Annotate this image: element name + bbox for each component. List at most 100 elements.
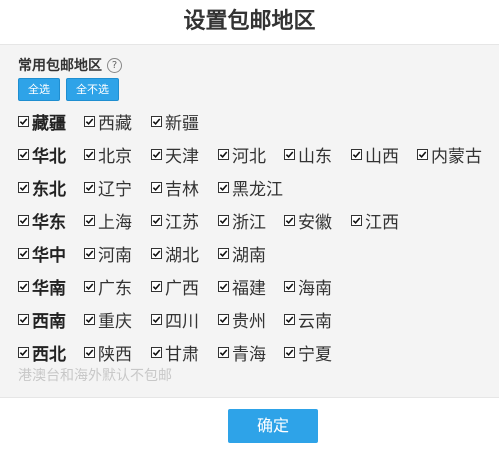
- province-label: 山东: [298, 147, 332, 167]
- checkbox-checked-icon[interactable]: [351, 215, 362, 226]
- province-checkbox[interactable]: 西藏: [84, 105, 132, 138]
- checkbox-checked-icon[interactable]: [218, 215, 229, 226]
- checkbox-checked-icon[interactable]: [284, 347, 295, 358]
- checkbox-checked-icon[interactable]: [218, 314, 229, 325]
- checkbox-checked-icon[interactable]: [84, 182, 95, 193]
- region-group-label: 东北: [32, 180, 66, 200]
- checkbox-checked-icon[interactable]: [218, 149, 229, 160]
- checkbox-checked-icon[interactable]: [18, 347, 29, 358]
- province-checkbox[interactable]: 天津: [151, 138, 199, 171]
- province-label: 甘肃: [165, 345, 199, 365]
- province-checkbox[interactable]: 吉林: [151, 171, 199, 204]
- checkbox-checked-icon[interactable]: [18, 248, 29, 259]
- province-label: 山西: [365, 147, 399, 167]
- checkbox-checked-icon[interactable]: [151, 215, 162, 226]
- region-group-checkbox[interactable]: 华中: [18, 237, 66, 270]
- province-label: 北京: [98, 147, 132, 167]
- checkbox-checked-icon[interactable]: [218, 347, 229, 358]
- checkbox-checked-icon[interactable]: [84, 314, 95, 325]
- province-label: 内蒙古: [431, 147, 482, 167]
- province-checkbox[interactable]: 河南: [84, 237, 132, 270]
- checkbox-checked-icon[interactable]: [84, 116, 95, 127]
- province-checkbox[interactable]: 浙江: [218, 204, 266, 237]
- checkbox-checked-icon[interactable]: [18, 314, 29, 325]
- dialog-title: 设置包邮地区: [183, 9, 316, 34]
- checkbox-checked-icon[interactable]: [218, 248, 229, 259]
- province-label: 河南: [98, 246, 132, 266]
- province-checkbox[interactable]: 山西: [351, 138, 399, 171]
- region-group-label: 华南: [32, 279, 66, 299]
- province-label: 广东: [98, 279, 132, 299]
- province-label: 河北: [232, 147, 266, 167]
- province-checkbox[interactable]: 海南: [284, 270, 332, 303]
- province-checkbox[interactable]: 河北: [218, 138, 266, 171]
- checkbox-checked-icon[interactable]: [84, 149, 95, 160]
- province-label: 福建: [232, 279, 266, 299]
- province-checkbox[interactable]: 内蒙古: [417, 138, 482, 171]
- checkbox-checked-icon[interactable]: [18, 182, 29, 193]
- checkbox-checked-icon[interactable]: [18, 281, 29, 292]
- checkbox-checked-icon[interactable]: [151, 281, 162, 292]
- question-circle-icon[interactable]: ?: [107, 57, 122, 73]
- province-checkbox[interactable]: 贵州: [218, 303, 266, 336]
- checkbox-checked-icon[interactable]: [151, 314, 162, 325]
- checkbox-checked-icon[interactable]: [151, 347, 162, 358]
- province-checkbox[interactable]: 重庆: [84, 303, 132, 336]
- checkbox-checked-icon[interactable]: [284, 281, 295, 292]
- province-checkbox[interactable]: 江西: [351, 204, 399, 237]
- province-label: 新疆: [165, 114, 199, 134]
- checkbox-checked-icon[interactable]: [284, 149, 295, 160]
- province-checkbox[interactable]: 黑龙江: [218, 171, 283, 204]
- province-checkbox[interactable]: 北京: [84, 138, 132, 171]
- province-checkbox[interactable]: 新疆: [151, 105, 199, 138]
- select-all-button[interactable]: 全选: [18, 78, 60, 101]
- checkbox-checked-icon[interactable]: [84, 347, 95, 358]
- checkbox-checked-icon[interactable]: [18, 116, 29, 127]
- province-checkbox[interactable]: 广西: [151, 270, 199, 303]
- checkbox-checked-icon[interactable]: [284, 314, 295, 325]
- region-group-checkbox[interactable]: 华北: [18, 138, 66, 171]
- region-group-checkbox[interactable]: 东北: [18, 171, 66, 204]
- province-checkbox[interactable]: 江苏: [151, 204, 199, 237]
- checkbox-checked-icon[interactable]: [151, 248, 162, 259]
- province-label: 上海: [98, 213, 132, 233]
- checkbox-checked-icon[interactable]: [151, 149, 162, 160]
- confirm-button[interactable]: 确定: [228, 409, 318, 443]
- region-group-checkbox[interactable]: 藏疆: [18, 105, 66, 138]
- province-checkbox[interactable]: 四川: [151, 303, 199, 336]
- province-label: 江西: [365, 213, 399, 233]
- province-checkbox[interactable]: 湖南: [218, 237, 266, 270]
- checkbox-checked-icon[interactable]: [84, 281, 95, 292]
- checkbox-checked-icon[interactable]: [218, 182, 229, 193]
- region-group-checkbox[interactable]: 华南: [18, 270, 66, 303]
- checkbox-checked-icon[interactable]: [84, 248, 95, 259]
- province-label: 云南: [298, 312, 332, 332]
- province-checkbox[interactable]: 云南: [284, 303, 332, 336]
- checkbox-checked-icon[interactable]: [218, 281, 229, 292]
- checkbox-checked-icon[interactable]: [151, 182, 162, 193]
- province-checkbox[interactable]: 广东: [84, 270, 132, 303]
- checkbox-checked-icon[interactable]: [18, 149, 29, 160]
- checkbox-checked-icon[interactable]: [417, 149, 428, 160]
- province-checkbox[interactable]: 宁夏: [284, 336, 332, 369]
- province-checkbox[interactable]: 上海: [84, 204, 132, 237]
- province-checkbox[interactable]: 辽宁: [84, 171, 132, 204]
- checkbox-checked-icon[interactable]: [151, 116, 162, 127]
- province-checkbox[interactable]: 山东: [284, 138, 332, 171]
- province-checkbox[interactable]: 安徽: [284, 204, 332, 237]
- select-none-button[interactable]: 全不选: [66, 78, 119, 101]
- province-checkbox[interactable]: 福建: [218, 270, 266, 303]
- province-label: 青海: [232, 345, 266, 365]
- checkbox-checked-icon[interactable]: [351, 149, 362, 160]
- footer-note: 港澳台和海外默认不包邮: [18, 368, 172, 384]
- region-group-checkbox[interactable]: 华东: [18, 204, 66, 237]
- checkbox-checked-icon[interactable]: [84, 215, 95, 226]
- province-label: 重庆: [98, 312, 132, 332]
- section-heading-label: 常用包邮地区: [18, 58, 102, 74]
- checkbox-checked-icon[interactable]: [284, 215, 295, 226]
- checkbox-checked-icon[interactable]: [18, 215, 29, 226]
- province-label: 陕西: [98, 345, 132, 365]
- province-checkbox[interactable]: 湖北: [151, 237, 199, 270]
- region-group-checkbox[interactable]: 西南: [18, 303, 66, 336]
- province-checkbox[interactable]: 青海: [218, 336, 266, 369]
